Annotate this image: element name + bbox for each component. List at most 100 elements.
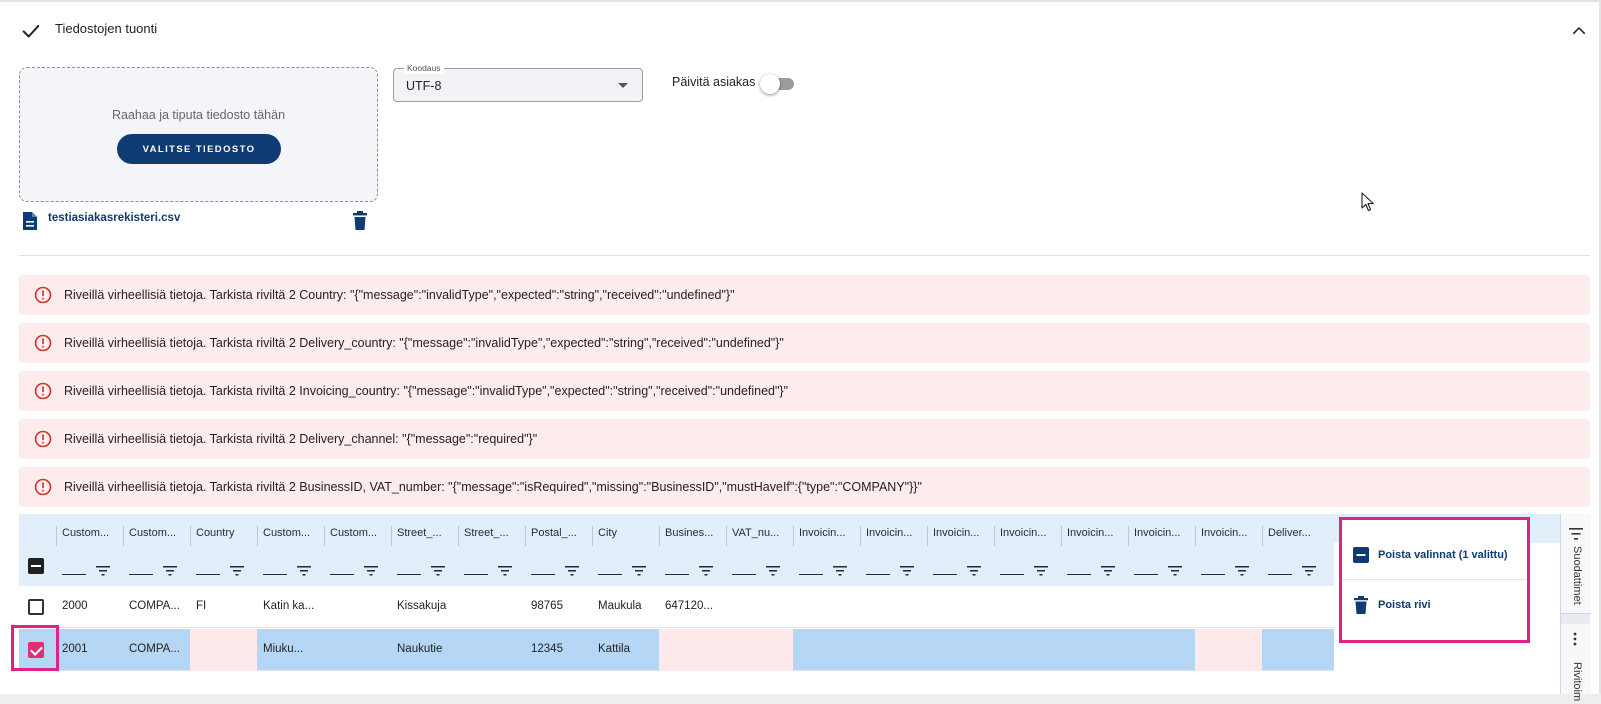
column-separator[interactable] [1195,526,1196,546]
table-cell[interactable] [726,586,793,628]
filter-icon[interactable] [431,564,445,576]
column-filter-input[interactable] [732,574,756,575]
column-header[interactable]: Country [190,514,257,586]
table-cell[interactable]: Miuku... [257,629,324,671]
table-cell[interactable]: COMPA... [123,586,190,628]
table-cell[interactable] [190,629,257,671]
toggle-thumb[interactable] [760,74,780,94]
column-header[interactable]: Custom... [123,514,190,586]
table-cell[interactable]: Kattila [592,629,659,671]
delete-file-trash-icon[interactable] [352,211,368,231]
table-cell[interactable]: Maukula [592,586,659,628]
column-filter-input[interactable] [866,574,890,575]
column-separator[interactable] [659,526,660,546]
column-header[interactable]: Invoicin... [994,514,1061,586]
column-filter-input[interactable] [598,574,622,575]
table-cell[interactable]: 2001 [56,629,123,671]
filter-icon[interactable] [163,564,177,576]
table-cell[interactable]: 2000 [56,586,123,628]
column-filter-input[interactable] [933,574,957,575]
file-dropzone[interactable]: Raahaa ja tiputa tiedosto tähän VALITSE … [19,67,378,202]
column-separator[interactable] [994,526,995,546]
filter-icon[interactable] [498,564,512,576]
filter-icon[interactable] [967,564,981,576]
column-header[interactable]: Invoicin... [1195,514,1262,586]
column-separator[interactable] [257,526,258,546]
table-cell[interactable]: 98765 [525,586,592,628]
table-cell[interactable] [1195,629,1262,671]
delete-row-menu-item[interactable]: Poista rivi [1342,580,1527,630]
table-cell[interactable]: Katin ka... [257,586,324,628]
filter-icon[interactable] [230,564,244,576]
table-cell[interactable] [659,629,726,671]
column-header[interactable]: Custom... [56,514,123,586]
column-header[interactable]: Custom... [324,514,391,586]
column-filter-input[interactable] [397,574,421,575]
filter-icon[interactable] [1034,564,1048,576]
column-filter-input[interactable] [62,574,86,575]
column-filter-input[interactable] [1201,574,1225,575]
table-cell[interactable]: 12345 [525,629,592,671]
table-cell[interactable] [324,586,391,628]
column-separator[interactable] [1061,526,1062,546]
column-filter-input[interactable] [1067,574,1091,575]
table-cell[interactable] [726,629,793,671]
column-separator[interactable] [458,526,459,546]
filter-icon[interactable] [833,564,847,576]
column-header[interactable]: Invoicin... [1061,514,1128,586]
column-header[interactable]: Custom... [257,514,324,586]
filter-icon[interactable] [1302,564,1316,576]
column-separator[interactable] [391,526,392,546]
table-cell[interactable] [860,586,927,628]
column-header[interactable]: Street_... [458,514,525,586]
table-cell[interactable] [458,586,525,628]
column-filter-input[interactable] [1268,574,1292,575]
column-filter-input[interactable] [1134,574,1158,575]
column-filter-input[interactable] [799,574,823,575]
column-header[interactable]: Busines... [659,514,726,586]
table-cell[interactable] [324,629,391,671]
column-separator[interactable] [927,526,928,546]
table-cell[interactable]: Naukutie [391,629,458,671]
table-cell[interactable]: 647120... [659,586,726,628]
table-cell[interactable] [927,586,994,628]
filter-icon[interactable] [766,564,780,576]
filter-icon[interactable] [1235,564,1249,576]
column-separator[interactable] [726,526,727,546]
column-filter-input[interactable] [330,574,354,575]
clear-selection-menu-item[interactable]: Poista valinnat (1 valittu) [1342,530,1527,580]
table-cell[interactable] [1195,586,1262,628]
filter-icon[interactable] [364,564,378,576]
table-cell[interactable] [793,586,860,628]
filter-icon[interactable] [297,564,311,576]
column-separator[interactable] [860,526,861,546]
column-separator[interactable] [592,526,593,546]
column-header[interactable]: Postal_... [525,514,592,586]
column-separator[interactable] [324,526,325,546]
column-separator[interactable] [525,526,526,546]
column-header[interactable]: City [592,514,659,586]
column-separator[interactable] [56,526,57,546]
table-cell[interactable]: FI [190,586,257,628]
column-separator[interactable] [1128,526,1129,546]
column-filter-input[interactable] [1000,574,1024,575]
table-cell[interactable] [458,629,525,671]
column-header[interactable]: Street_... [391,514,458,586]
select-all-checkbox[interactable] [28,558,44,574]
column-separator[interactable] [190,526,191,546]
chevron-up-icon[interactable] [1570,22,1588,40]
column-filter-input[interactable] [665,574,689,575]
filter-icon[interactable] [1168,564,1182,576]
table-cell[interactable] [994,629,1061,671]
filter-icon[interactable] [1101,564,1115,576]
table-cell[interactable] [793,629,860,671]
encoding-select[interactable]: Koodaus UTF-8 [393,62,643,102]
column-separator[interactable] [1262,526,1263,546]
column-header[interactable]: Deliver... [1262,514,1329,586]
table-cell[interactable] [994,586,1061,628]
column-filter-input[interactable] [263,574,287,575]
table-row[interactable]: 2001 COMPA... Miuku... Naukutie 12345 Kattila [19,629,1334,671]
table-cell[interactable]: COMPA... [123,629,190,671]
column-filter-input[interactable] [464,574,488,575]
table-cell[interactable] [1061,586,1128,628]
